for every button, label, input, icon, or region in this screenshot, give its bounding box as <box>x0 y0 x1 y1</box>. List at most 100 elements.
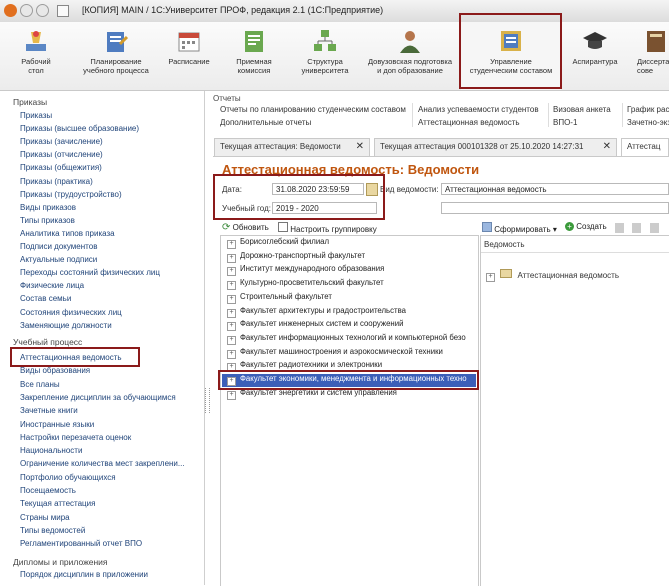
nav-item[interactable]: Текущая аттестация <box>20 499 95 508</box>
nav-item[interactable]: Национальности <box>20 446 82 455</box>
report-link-planning[interactable]: Отчеты по планированию студенческим сост… <box>220 105 406 114</box>
nav-item[interactable]: Приказы (отчисление) <box>20 150 103 159</box>
nav-item[interactable]: Виды образования <box>20 366 90 375</box>
back-icon[interactable] <box>20 4 33 17</box>
section-dissertation[interactable]: Диссерта сове <box>627 22 669 90</box>
close-icon[interactable]: ✕ <box>603 141 611 152</box>
tree-row[interactable]: + Борисоглебский филиал <box>222 237 476 250</box>
nav-item[interactable]: Физические лица <box>20 281 84 290</box>
generate-button[interactable]: Сформировать ▾ <box>482 222 557 235</box>
tree-row-label: Культурно-просветительский факультет <box>240 278 384 288</box>
expand-icon[interactable]: + <box>227 253 236 263</box>
copy-icon[interactable] <box>615 223 624 233</box>
tree-row[interactable]: + Факультет инженерных систем и сооружени… <box>222 319 476 332</box>
nav-item[interactable]: Страны мира <box>20 513 70 522</box>
tab-current-attestation-list[interactable]: Текущая аттестация: Ведомости ✕ <box>214 138 370 156</box>
nav-item[interactable]: Виды приказов <box>20 203 76 212</box>
create-button[interactable]: + Создать <box>565 222 607 235</box>
nav-item[interactable]: Приказы (трудоустройство) <box>20 190 122 199</box>
nav-item[interactable]: Настройки перезачета оценок <box>20 433 131 442</box>
nav-item[interactable]: Иностранные языки <box>20 420 94 429</box>
section-admission[interactable]: Приемная комиссия <box>218 22 290 90</box>
tree-row[interactable]: + Факультет архитектуры и градостроительс… <box>222 306 476 319</box>
section-schedule[interactable]: Расписание <box>160 22 218 90</box>
nav-item[interactable]: Все планы <box>20 380 60 389</box>
expand-icon[interactable]: + <box>227 240 236 249</box>
grouping-icon <box>278 222 288 232</box>
tree-row[interactable]: + Факультет машиностроения и аэрокосмичес… <box>222 347 476 360</box>
splitter-handle[interactable] <box>205 388 210 413</box>
expand-icon[interactable]: + <box>227 390 236 400</box>
tab-label: Текущая аттестация: Ведомости <box>220 142 341 151</box>
tab-current-attestation-doc[interactable]: Текущая аттестация 000101328 от 25.10.20… <box>374 138 617 156</box>
expand-icon[interactable]: + <box>227 322 236 332</box>
nav-item[interactable]: Состояния физических лиц <box>20 308 122 317</box>
tree-row[interactable]: + Факультет информационных технологий и к… <box>222 333 476 346</box>
tab-attestation-active[interactable]: Аттестац <box>621 138 669 156</box>
forward-icon[interactable] <box>36 4 49 17</box>
statement-tree-item[interactable]: + Аттестационная ведомость <box>486 269 619 282</box>
expand-icon[interactable]: + <box>227 281 236 291</box>
app-menu-icon[interactable] <box>4 4 17 17</box>
grouping-button[interactable]: Настроить группировку <box>278 222 377 235</box>
kind-input[interactable]: Аттестационная ведомость <box>441 183 669 195</box>
expand-icon[interactable]: + <box>486 273 495 282</box>
expand-icon[interactable]: + <box>227 308 236 318</box>
expand-icon[interactable]: + <box>227 377 236 386</box>
nav-item[interactable]: Заменяющие должности <box>20 321 112 330</box>
nav-item[interactable]: Аналитика типов приказа <box>20 229 115 238</box>
nav-item[interactable]: Приказы <box>20 111 52 120</box>
tree-row[interactable]: + Строительный факультет <box>222 292 476 305</box>
tree-row[interactable]: + Культурно-просветительский факультет <box>222 278 476 291</box>
highlight-box <box>459 13 562 89</box>
report-link-additional[interactable]: Дополнительные отчеты <box>220 118 311 127</box>
expand-icon[interactable]: + <box>227 267 236 277</box>
tree-row[interactable]: + Факультет экономики, менеджмента и инфо… <box>222 374 476 387</box>
delete-icon[interactable] <box>650 223 659 233</box>
nav-item[interactable]: Типы ведомостей <box>20 526 85 535</box>
report-link-schedule[interactable]: График рас <box>627 105 669 114</box>
history-icon[interactable] <box>57 5 69 17</box>
report-link-visa[interactable]: Визовая анкета <box>553 105 611 114</box>
nav-item[interactable]: Портфолио обучающихся <box>20 473 116 482</box>
nav-item[interactable]: Приказы (общежития) <box>20 163 102 172</box>
close-icon[interactable]: ✕ <box>356 141 364 152</box>
extra-input[interactable] <box>441 202 669 214</box>
nav-item[interactable]: Порядок дисциплин в приложении <box>20 570 148 579</box>
report-link-attestation[interactable]: Аттестационная ведомость <box>418 118 520 127</box>
expand-icon[interactable]: + <box>227 335 236 345</box>
tree-row[interactable]: + Институт международного образования <box>222 264 476 277</box>
nav-item[interactable]: Закрепление дисциплин за обучающимся <box>20 393 176 402</box>
section-label: Структура университета <box>301 57 349 75</box>
report-link-exam[interactable]: Зачетно-экз <box>627 118 669 127</box>
nav-item[interactable]: Приказы (зачисление) <box>20 137 103 146</box>
divider <box>622 103 623 127</box>
nav-item[interactable]: Регламентированный отчет ВПО <box>20 539 142 548</box>
nav-item[interactable]: Приказы (практика) <box>20 177 93 186</box>
highlight-box <box>10 347 140 367</box>
report-link-analysis[interactable]: Анализ успеваемости студентов <box>418 105 539 114</box>
nav-item[interactable]: Типы приказов <box>20 216 75 225</box>
expand-icon[interactable]: + <box>227 349 236 359</box>
nav-item[interactable]: Посещаемость <box>20 486 76 495</box>
nav-item[interactable]: Подписи документов <box>20 242 97 251</box>
tree-row-label: Институт международного образования <box>240 264 385 274</box>
section-preuniversity[interactable]: Довузовская подготовка и доп образование <box>360 22 460 90</box>
section-graduate[interactable]: Аспирантура <box>563 22 627 90</box>
section-structure[interactable]: Структура университета <box>290 22 360 90</box>
nav-item[interactable]: Зачетные книги <box>20 406 78 415</box>
nav-item[interactable]: Приказы (высшее образование) <box>20 124 139 133</box>
expand-icon[interactable]: + <box>227 294 236 304</box>
refresh-button[interactable]: ⟳ Обновить <box>222 222 269 235</box>
tree-row-label: Факультет экономики, менеджмента и инфор… <box>240 374 467 383</box>
divider <box>548 103 549 127</box>
section-desktop[interactable]: Рабочий стол <box>0 22 72 90</box>
nav-item[interactable]: Актуальные подписи <box>20 255 97 264</box>
edit-icon[interactable] <box>632 223 641 233</box>
nav-item[interactable]: Переходы состояний физических лиц <box>20 268 160 277</box>
report-link-vpo1[interactable]: ВПО-1 <box>553 118 577 127</box>
nav-item[interactable]: Состав семьи <box>20 294 71 303</box>
section-planning[interactable]: Планирование учебного процесса <box>72 22 160 90</box>
nav-item[interactable]: Ограничение количества мест закреплени..… <box>20 459 185 468</box>
tree-row[interactable]: + Дорожно-транспортный факультет <box>222 251 476 264</box>
